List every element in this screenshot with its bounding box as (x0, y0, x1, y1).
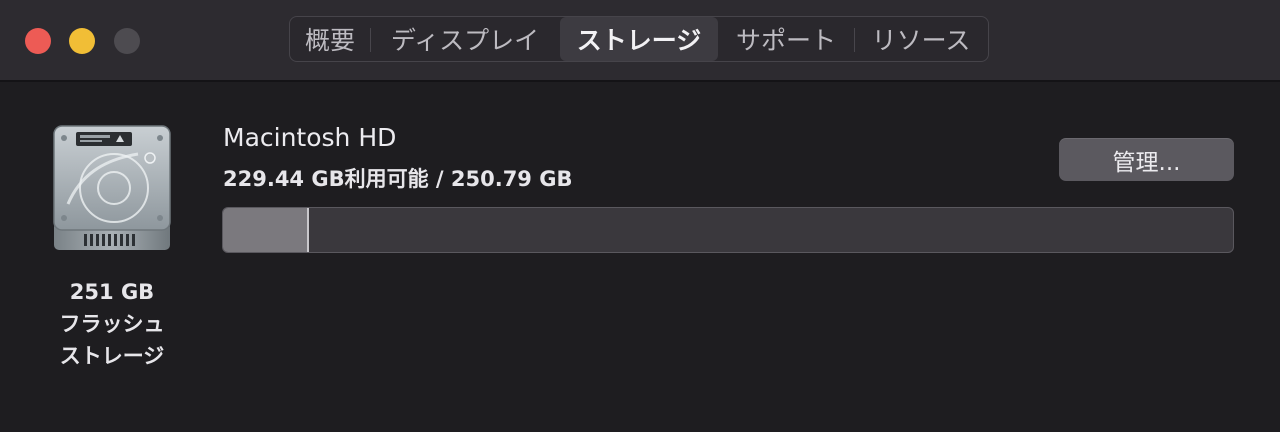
disk-size-label: 251 GB (69, 280, 155, 304)
tab-support[interactable]: サポート (718, 17, 854, 61)
minimize-button[interactable] (69, 28, 95, 54)
storage-window: 概要 ディスプレイ ストレージ サポート リソース 251 GB フラッシュ ス… (0, 0, 1280, 432)
internal-drive-icon (50, 124, 174, 254)
storage-usage-bar (222, 207, 1234, 253)
tab-displays[interactable]: ディスプレイ (370, 17, 560, 61)
volume-name: Macintosh HD (223, 123, 397, 152)
disk-type-line1: フラッシュ (59, 312, 165, 336)
volume-capacity-info: 229.44 GB利用可能 / 250.79 GB (223, 167, 573, 191)
close-button[interactable] (25, 28, 51, 54)
tab-storage[interactable]: ストレージ (560, 17, 718, 61)
storage-usage-fill (223, 208, 309, 252)
title-bar: 概要 ディスプレイ ストレージ サポート リソース (0, 0, 1280, 82)
manage-button[interactable]: 管理... (1059, 138, 1234, 181)
tab-bar: 概要 ディスプレイ ストレージ サポート リソース (289, 16, 989, 62)
zoom-button[interactable] (114, 28, 140, 54)
disk-caption: 251 GB フラッシュ ストレージ (40, 276, 184, 372)
tab-resources[interactable]: リソース (854, 17, 988, 61)
tab-overview[interactable]: 概要 (290, 17, 370, 61)
disk-type-line2: ストレージ (59, 344, 165, 368)
